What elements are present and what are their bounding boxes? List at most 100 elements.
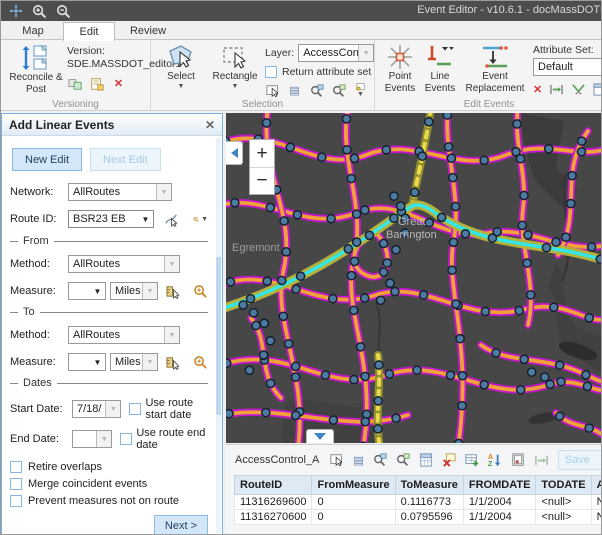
col-routeid[interactable]: RouteID: [235, 476, 312, 495]
pan-to-selection-icon[interactable]: [331, 83, 346, 98]
event-replacement-button[interactable]: Event Replacement: [463, 43, 527, 94]
select-by-area-icon[interactable]: [265, 83, 280, 98]
new-edit-button[interactable]: New Edit: [12, 148, 82, 171]
extend-event-icon[interactable]: [549, 82, 564, 97]
select-route-on-map-icon[interactable]: [164, 212, 179, 227]
collapse-table-button[interactable]: [306, 429, 334, 443]
col-frommeasure[interactable]: FromMeasure: [312, 476, 395, 495]
select-button[interactable]: Select ▼: [159, 43, 203, 90]
switch-version-icon[interactable]: [67, 76, 82, 91]
attribute-set-combobox[interactable]: Default ▼: [533, 58, 602, 76]
map-canvas[interactable]: Egremont Great Barrington: [226, 113, 602, 443]
create-version-icon[interactable]: [89, 76, 104, 91]
network-combobox[interactable]: AllRoutes ▼: [68, 183, 172, 201]
rectangle-select-button[interactable]: Rectangle ▼: [209, 43, 261, 90]
col-fromdate[interactable]: FROMDATE: [463, 476, 536, 495]
pan-icon[interactable]: [8, 4, 23, 19]
panel-close-icon[interactable]: ✕: [205, 118, 215, 132]
to-measure-combobox[interactable]: ▼: [68, 353, 106, 371]
zoom-to-route-caret[interactable]: ▼: [201, 216, 208, 223]
cell-ac[interactable]: N: [591, 510, 602, 525]
use-route-start-checkbox[interactable]: [129, 403, 141, 415]
start-date-combobox[interactable]: 7/18/ ▼: [72, 400, 121, 418]
table-calculate-icon[interactable]: [419, 453, 433, 468]
layer-combobox[interactable]: AccessControl_A ▼: [298, 44, 374, 62]
to-method-caret[interactable]: ▼: [164, 327, 179, 343]
cell-routeid[interactable]: 11316270600: [235, 510, 312, 525]
zoom-in-icon[interactable]: [32, 4, 47, 19]
end-date-combobox[interactable]: ▼: [72, 430, 112, 448]
delete-event-icon[interactable]: ✕: [533, 82, 542, 97]
table-extend-icon[interactable]: [534, 453, 549, 468]
from-measure-zoom-icon[interactable]: [193, 284, 208, 299]
cell-tomeasure[interactable]: 0.0795596: [395, 510, 463, 525]
retire-overlaps-checkbox[interactable]: [10, 461, 22, 473]
zoom-to-route-icon[interactable]: ▼: [193, 212, 208, 227]
next-button[interactable]: Next >: [154, 515, 208, 535]
save-button[interactable]: Save: [558, 450, 602, 470]
table-zoom-selected-icon[interactable]: [373, 453, 387, 468]
cell-todate[interactable]: <null>: [536, 510, 591, 525]
table-row[interactable]: 11316270600 0 0.0795596 1/1/2004 <null> …: [235, 510, 602, 525]
route-id-caret[interactable]: ▼: [138, 211, 153, 227]
end-date-caret[interactable]: ▼: [96, 431, 111, 447]
cell-tomeasure[interactable]: 0.1116773: [395, 495, 463, 510]
table-open-form-icon[interactable]: [511, 453, 525, 468]
table-sort-icon[interactable]: AZ: [488, 453, 502, 468]
table-layer-name[interactable]: AccessControl_A: [235, 454, 319, 466]
zoom-to-selection-icon[interactable]: [309, 83, 324, 98]
zoom-out-icon[interactable]: [56, 4, 71, 19]
from-measure-caret[interactable]: ▼: [90, 283, 105, 299]
select-dropdown-caret[interactable]: ▼: [178, 83, 185, 90]
next-edit-button[interactable]: Next Edit: [90, 148, 161, 171]
selection-list-icon[interactable]: ▤: [287, 83, 302, 98]
reconcile-post-button[interactable]: Reconcile & Post: [7, 44, 65, 95]
table-clear-selection-icon[interactable]: [442, 453, 456, 468]
to-unit-combobox[interactable]: Miles ▼: [110, 353, 158, 371]
cell-fromdate[interactable]: 1/1/2004: [463, 495, 536, 510]
return-attribute-set-checkbox[interactable]: [265, 66, 277, 78]
col-ac[interactable]: AC: [591, 476, 602, 495]
cell-ac[interactable]: N: [591, 495, 602, 510]
table-list-icon[interactable]: ▤: [353, 453, 363, 468]
table-select-icon[interactable]: [330, 453, 344, 468]
to-measure-zoom-icon[interactable]: [193, 355, 208, 370]
from-unit-caret[interactable]: ▼: [142, 283, 157, 299]
delete-version-icon[interactable]: ✕: [111, 76, 126, 91]
map-zoom-out-button[interactable]: −: [250, 167, 274, 194]
point-events-button[interactable]: Point Events: [381, 43, 419, 94]
to-unit-caret[interactable]: ▼: [142, 354, 157, 370]
from-method-combobox[interactable]: AllRoutes ▼: [68, 255, 180, 273]
from-unit-combobox[interactable]: Miles ▼: [110, 282, 158, 300]
layer-combobox-caret[interactable]: ▼: [358, 45, 373, 61]
cell-frommeasure[interactable]: 0: [312, 510, 395, 525]
tab-edit[interactable]: Edit: [63, 22, 115, 41]
col-todate[interactable]: TODATE: [536, 476, 591, 495]
start-date-caret[interactable]: ▼: [105, 401, 120, 417]
event-attributes-icon[interactable]: [593, 82, 602, 97]
trim-event-icon[interactable]: [571, 82, 586, 97]
table-pan-selected-icon[interactable]: [396, 453, 410, 468]
col-tomeasure[interactable]: ToMeasure: [395, 476, 463, 495]
cell-frommeasure[interactable]: 0: [312, 495, 395, 510]
use-route-end-checkbox[interactable]: [120, 433, 132, 445]
table-add-record-icon[interactable]: [465, 453, 479, 468]
from-measure-combobox[interactable]: ▼: [68, 282, 106, 300]
network-caret[interactable]: ▼: [156, 184, 171, 200]
prevent-measures-checkbox[interactable]: [10, 495, 22, 507]
from-measure-picker-icon[interactable]: [166, 284, 181, 299]
tab-map[interactable]: Map: [7, 22, 59, 40]
to-method-combobox[interactable]: AllRoutes ▼: [68, 326, 180, 344]
cell-fromdate[interactable]: 1/1/2004: [463, 510, 536, 525]
to-measure-picker-icon[interactable]: [166, 355, 181, 370]
tab-review[interactable]: Review: [119, 22, 177, 40]
selection-options-icon[interactable]: ▼: [353, 83, 368, 98]
map-zoom-in-button[interactable]: +: [250, 140, 274, 167]
collapse-panel-button[interactable]: [226, 141, 243, 165]
to-measure-caret[interactable]: ▼: [90, 354, 105, 370]
table-row[interactable]: 11316269600 0 0.1116773 1/1/2004 <null> …: [235, 495, 602, 510]
route-id-combobox[interactable]: BSR23 EB ▼: [68, 210, 154, 228]
line-events-button[interactable]: Line Events: [421, 43, 459, 94]
cell-todate[interactable]: <null>: [536, 495, 591, 510]
merge-coincident-checkbox[interactable]: [10, 478, 22, 490]
